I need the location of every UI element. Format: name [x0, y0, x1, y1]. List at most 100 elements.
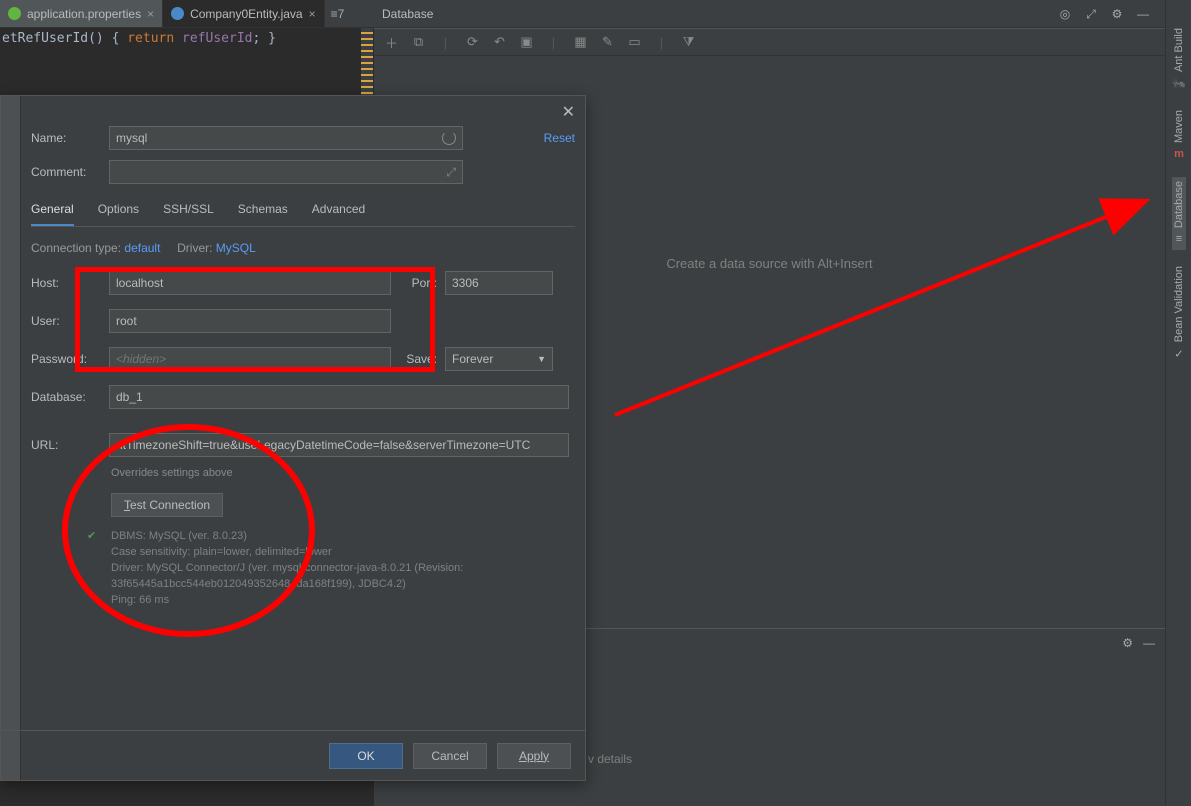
user-label: User:	[31, 314, 101, 328]
target-icon[interactable]: ◎	[1057, 7, 1073, 21]
tool-window-actions: ◎ ⤢ ⚙ —	[1057, 0, 1151, 28]
minimize-icon[interactable]: —	[1135, 7, 1151, 21]
status-line: DBMS: MySQL (ver. 8.0.23)	[111, 529, 575, 545]
ant-icon: 🐜	[1172, 76, 1186, 90]
code-keyword: return	[127, 31, 174, 46]
save-select[interactable]: Forever ▼	[445, 347, 553, 371]
dialog-footer: OK Cancel Apply	[1, 730, 585, 780]
reset-link[interactable]: Reset	[544, 131, 575, 145]
sep: |	[546, 35, 561, 50]
minimize-icon[interactable]: —	[1143, 636, 1155, 650]
status-line: 33f65445a1bcc544eb0120493526484da168f199…	[111, 577, 575, 593]
tab-sshssl[interactable]: SSH/SSL	[163, 202, 214, 226]
password-input[interactable]	[109, 347, 391, 371]
leaf-icon	[8, 7, 21, 20]
status-line: Driver: MySQL Connector/J (ver. mysql-co…	[111, 561, 575, 577]
conn-type-link[interactable]: default	[124, 241, 160, 255]
connection-status: ✔ DBMS: MySQL (ver. 8.0.23) Case sensiti…	[111, 529, 575, 609]
name-label: Name:	[31, 131, 101, 145]
comment-input[interactable]: ⤢	[109, 160, 463, 184]
name-input[interactable]: mysql	[109, 126, 463, 150]
success-icon: ✔	[87, 529, 96, 545]
test-connection-button[interactable]: Test Connection	[111, 493, 223, 517]
chevron-down-icon: ▼	[537, 354, 546, 364]
test-connection-label: est Connection	[130, 498, 210, 512]
bean-icon: ✓	[1172, 346, 1186, 360]
tool-window-label: Database	[382, 7, 433, 21]
rollback-icon[interactable]: ↶	[492, 34, 507, 50]
gear-icon[interactable]: ⚙	[1109, 7, 1125, 21]
rail-label: Bean Validation	[1173, 266, 1185, 342]
password-label: Password:	[31, 352, 101, 366]
tool-window-title: Database	[374, 0, 433, 28]
dialog-tabs: General Options SSH/SSL Schemas Advanced	[31, 202, 575, 227]
user-input[interactable]	[109, 309, 391, 333]
port-label: Port:	[399, 276, 437, 290]
database-icon: ≡	[1172, 232, 1186, 246]
url-label: URL:	[31, 438, 101, 452]
driver-link[interactable]: MySQL	[216, 241, 256, 255]
close-icon[interactable]: ×	[147, 7, 154, 21]
host-input[interactable]	[109, 271, 391, 295]
tab-company-entity[interactable]: Company0Entity.java ×	[163, 0, 325, 27]
rail-bean-validation[interactable]: ✓ Bean Validation	[1172, 262, 1186, 364]
code-text: etRefUserId()	[2, 31, 104, 46]
duplicate-icon[interactable]: ⧉	[411, 34, 426, 50]
table-icon[interactable]: ▦	[573, 34, 588, 50]
rail-maven[interactable]: m Maven	[1172, 106, 1186, 165]
save-value: Forever	[452, 352, 493, 366]
tab-application-properties[interactable]: application.properties ×	[0, 0, 163, 27]
tab-advanced[interactable]: Advanced	[312, 202, 365, 226]
class-icon	[171, 7, 184, 20]
comment-label: Comment:	[31, 165, 101, 179]
sep: |	[654, 35, 669, 50]
gear-icon[interactable]: ⚙	[1122, 636, 1133, 650]
code-text: }	[268, 31, 276, 46]
cancel-button[interactable]: Cancel	[413, 743, 487, 769]
datasource-dialog: ✕ Name: mysql Reset Comment: ⤢ General O…	[0, 95, 586, 781]
stop-icon[interactable]: ▣	[519, 34, 534, 50]
rail-label: Ant Build	[1173, 28, 1185, 72]
code-text: {	[112, 31, 120, 46]
details-toggle[interactable]: v details	[588, 752, 632, 766]
right-tool-rail: 🐜 Ant Build m Maven ≡ Database ✓ Bean Va…	[1165, 0, 1191, 806]
sep: |	[438, 35, 453, 50]
rail-ant-build[interactable]: 🐜 Ant Build	[1172, 24, 1186, 94]
overrides-hint: Overrides settings above	[111, 467, 575, 479]
refresh-icon[interactable]: ⟳	[465, 34, 480, 50]
code-text: ;	[252, 31, 260, 46]
close-icon[interactable]: ✕	[562, 102, 575, 122]
editor-tabs: application.properties × Company0Entity.…	[0, 0, 1191, 28]
tab-options[interactable]: Options	[98, 202, 139, 226]
console-icon[interactable]: ▭	[627, 34, 642, 50]
add-icon[interactable]: ＋	[384, 33, 399, 52]
status-line: Case sensitivity: plain=lower, delimited…	[111, 545, 575, 561]
filter-icon[interactable]: ⧩	[681, 34, 696, 50]
close-icon[interactable]: ×	[309, 7, 316, 21]
database-toolbar: ＋ ⧉ | ⟳ ↶ ▣ | ▦ ✎ ▭ | ⧩	[374, 28, 1165, 56]
host-label: Host:	[31, 276, 101, 290]
edit-icon[interactable]: ✎	[600, 34, 615, 50]
apply-button[interactable]: Apply	[497, 743, 571, 769]
rail-label: Maven	[1173, 110, 1185, 143]
conn-type-label: Connection type:	[31, 241, 121, 255]
save-label: Save:	[399, 352, 437, 366]
database-input[interactable]	[109, 385, 569, 409]
code-identifier: refUserId	[182, 31, 252, 46]
maven-icon: m	[1172, 147, 1186, 161]
tab-schemas[interactable]: Schemas	[238, 202, 288, 226]
collapse-icon[interactable]: ⤢	[1083, 7, 1099, 22]
status-line: Ping: 66 ms	[111, 593, 575, 609]
tab-label: Company0Entity.java	[190, 7, 303, 21]
tab-general[interactable]: General	[31, 202, 74, 226]
rail-label: Database	[1173, 181, 1185, 228]
rail-database[interactable]: ≡ Database	[1172, 177, 1186, 250]
port-input[interactable]	[445, 271, 553, 295]
ok-button[interactable]: OK	[329, 743, 403, 769]
connection-info: Connection type: default Driver: MySQL	[31, 241, 575, 255]
expand-icon[interactable]: ⤢	[446, 165, 456, 180]
tab-tool-menu[interactable]: ≡7	[325, 7, 351, 21]
name-value: mysql	[116, 131, 147, 145]
url-input[interactable]	[109, 433, 569, 457]
tab-label: application.properties	[27, 7, 141, 21]
